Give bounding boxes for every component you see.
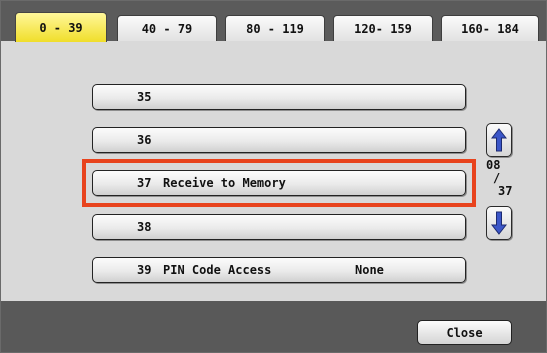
arrow-down-icon xyxy=(491,211,507,235)
tab-40-79[interactable]: 40 - 79 xyxy=(117,15,217,41)
parameter-row-37-receive-to-memory[interactable]: 37 Receive to Memory xyxy=(92,170,466,196)
scroll-down-button[interactable] xyxy=(486,206,512,240)
parameter-number: 35 xyxy=(137,90,152,104)
parameter-number: 38 xyxy=(137,220,152,234)
parameter-number: 36 xyxy=(137,133,152,147)
parameter-row-38[interactable]: 38 xyxy=(92,214,466,240)
tab-120-159[interactable]: 120- 159 xyxy=(333,15,433,41)
function-parameter-panel: 0 - 39 40 - 79 80 - 119 120- 159 160- 18… xyxy=(0,0,547,353)
parameter-label: Receive to Memory xyxy=(163,176,286,190)
parameter-number: 37 xyxy=(137,176,152,190)
parameter-value: None xyxy=(355,263,384,277)
arrow-up-icon xyxy=(491,128,507,152)
tab-bar: 0 - 39 40 - 79 80 - 119 120- 159 160- 18… xyxy=(1,1,546,42)
parameter-number: 39 xyxy=(137,263,152,277)
page-indicator: 08 / 37 xyxy=(486,159,516,198)
tab-80-119[interactable]: 80 - 119 xyxy=(225,15,325,41)
close-button[interactable]: Close xyxy=(417,320,512,345)
parameter-label: PIN Code Access xyxy=(163,263,272,277)
tab-160-184[interactable]: 160- 184 xyxy=(441,15,539,41)
page-current: 08 xyxy=(486,158,501,172)
page-total: 37 xyxy=(498,184,513,198)
tab-0-39[interactable]: 0 - 39 xyxy=(15,12,107,42)
parameter-row-35[interactable]: 35 xyxy=(92,84,466,110)
parameter-list: 35 36 37 Receive to Memory 38 39 PIN Cod… xyxy=(1,41,546,301)
scroll-up-button[interactable] xyxy=(486,123,512,157)
footer-bar: Close xyxy=(1,301,546,352)
parameter-row-36[interactable]: 36 xyxy=(92,127,466,153)
parameter-row-39-pin-code-access[interactable]: 39 PIN Code Access None xyxy=(92,257,466,283)
